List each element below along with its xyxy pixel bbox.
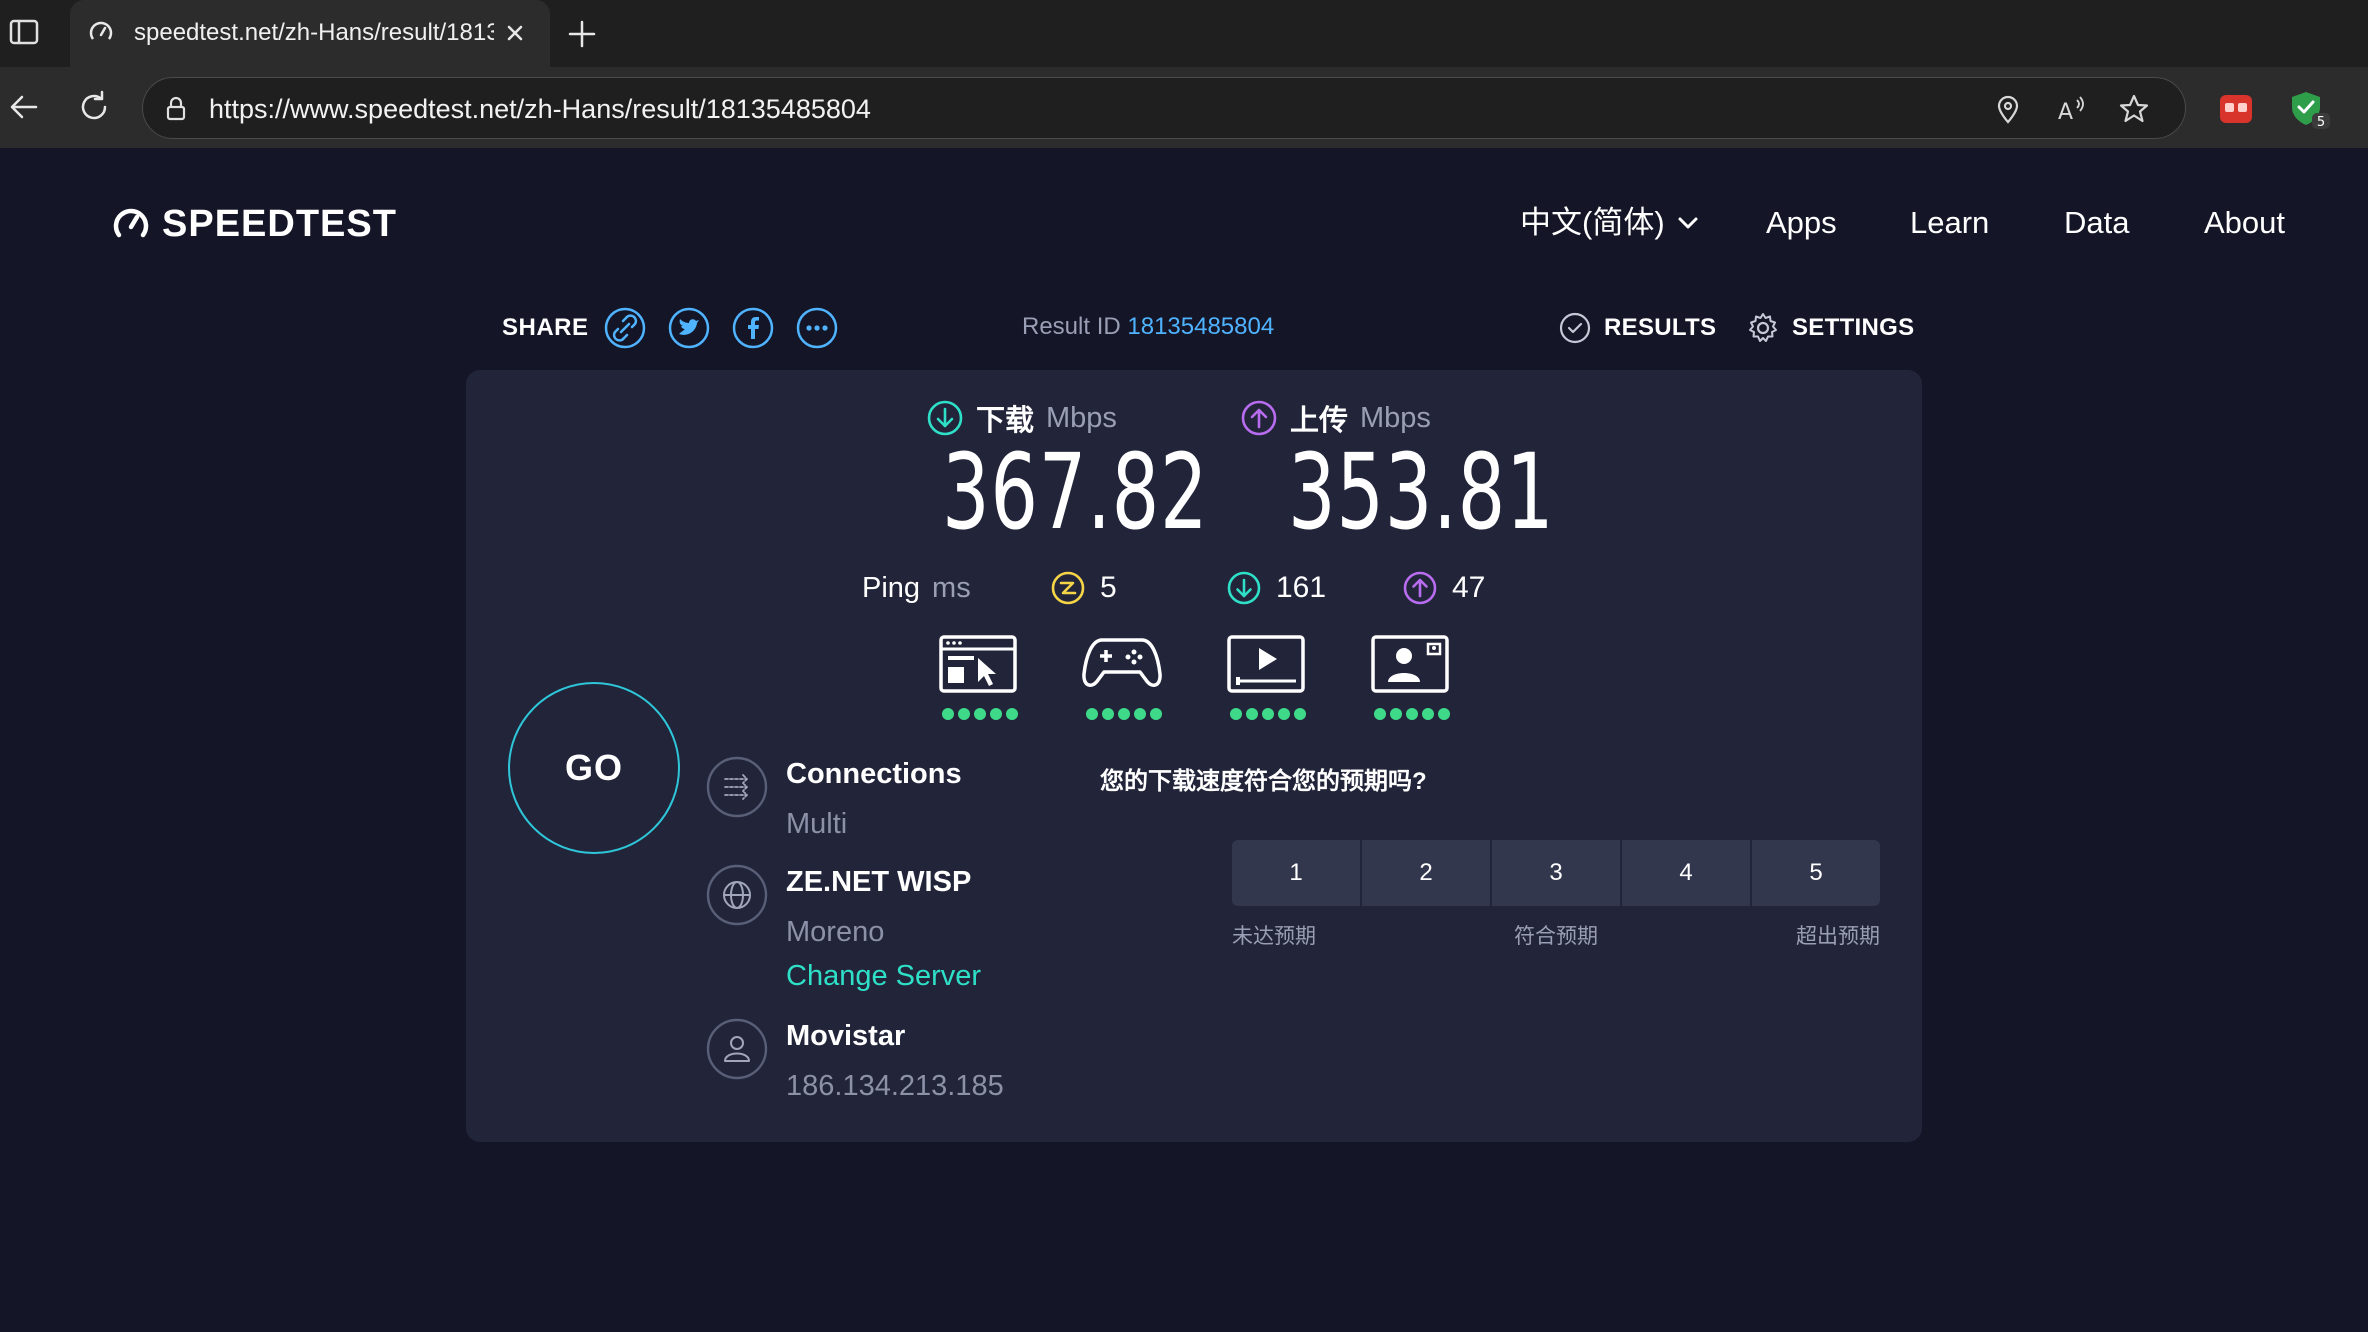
address-bar[interactable]: https://www.speedtest.net/zh-Hans/result… (142, 77, 2186, 139)
nav-apps[interactable]: Apps (1766, 200, 1837, 246)
gaming-rating-dots (1086, 708, 1162, 722)
survey-question: 您的下载速度符合您的预期吗? (1100, 768, 1427, 795)
speedtest-page: SPEEDTEST 中文(简体) Apps Learn Data About S… (0, 148, 2368, 1332)
close-tab-icon[interactable] (500, 18, 530, 48)
ping-upload: 47 (1402, 566, 1485, 610)
language-label: 中文(简体) (1520, 205, 1665, 240)
gamepad-icon (1082, 638, 1162, 687)
url-text[interactable]: https://www.speedtest.net/zh-Hans/result… (209, 92, 871, 126)
read-aloud-icon[interactable]: A (2055, 92, 2089, 126)
upload-unit: Mbps (1360, 401, 1431, 434)
idle-latency-icon (1051, 571, 1085, 605)
refresh-icon[interactable] (74, 87, 114, 127)
video-streaming-icon (1227, 635, 1305, 693)
upload-latency-icon (1403, 571, 1437, 605)
check-circle-icon (1559, 312, 1591, 344)
ping-download: 161 (1226, 566, 1326, 610)
connections-title: Connections (786, 758, 962, 790)
new-tab-icon[interactable] (562, 14, 602, 54)
result-id: Result ID 18135485804 (1022, 312, 1274, 342)
share-more-icon[interactable] (795, 306, 839, 350)
rating-option-4[interactable]: 4 (1622, 840, 1750, 906)
nav-data[interactable]: Data (2064, 200, 2129, 246)
share-row: SHARE (502, 304, 849, 352)
speedtest-favicon-icon (86, 18, 116, 48)
download-unit: Mbps (1046, 401, 1117, 434)
go-button[interactable]: GO (508, 682, 680, 854)
result-id-label: Result ID (1022, 313, 1121, 340)
gear-icon (1749, 313, 1777, 342)
user-icon (706, 1018, 768, 1080)
results-label: RESULTS (1604, 314, 1717, 341)
ping-idle: 5 (1050, 566, 1117, 610)
settings-button[interactable]: SETTINGS (1746, 308, 1914, 348)
rating-option-2[interactable]: 2 (1362, 840, 1490, 906)
ping-idle-value: 5 (1100, 571, 1117, 604)
scale-low-label: 未达预期 (1232, 925, 1316, 948)
result-id-link[interactable]: 18135485804 (1127, 313, 1274, 340)
share-label: SHARE (502, 314, 589, 341)
server-name: ZE.NET WISP (786, 866, 972, 898)
isp-ip: 186.134.213.185 (786, 1070, 1004, 1102)
back-arrow-icon[interactable] (4, 87, 44, 127)
extension-red-icon[interactable] (2216, 89, 2256, 129)
download-speed-value: 367.82 (942, 431, 1209, 553)
svg-text:A: A (2058, 100, 2073, 125)
extension-badge: 5 (2317, 115, 2325, 129)
download-latency-icon (1227, 571, 1261, 605)
share-twitter-icon[interactable] (667, 306, 711, 350)
ping-unit: ms (932, 572, 971, 604)
ping-label: Ping (862, 572, 921, 604)
tab-title: speedtest.net/zh-Hans/result/18135485804 (134, 19, 494, 46)
video-chat-icon (1371, 635, 1449, 693)
isp-name: Movistar (786, 1020, 906, 1052)
result-card: 下载 Mbps 367.82 上传 Mbps 353.81 Ping ms 5 1… (466, 370, 1922, 1142)
browsing-rating-dots (942, 708, 1018, 722)
ping-label-row: Ping ms (862, 566, 971, 610)
change-server-link[interactable]: Change Server (786, 956, 981, 996)
nav-learn[interactable]: Learn (1910, 200, 1989, 246)
share-link-icon[interactable] (603, 306, 647, 350)
chevron-down-icon (1678, 217, 1698, 229)
streaming-rating-dots (1230, 708, 1306, 722)
browser-toolbar: https://www.speedtest.net/zh-Hans/result… (0, 67, 2368, 148)
language-selector[interactable]: 中文(简体) (1520, 200, 1701, 246)
web-browsing-icon (939, 635, 1017, 693)
speedometer-logo-icon (113, 208, 149, 238)
lock-icon[interactable] (161, 94, 191, 124)
rating-option-5[interactable]: 5 (1752, 840, 1880, 906)
connections-value: Multi (786, 808, 848, 840)
results-button[interactable]: RESULTS (1558, 308, 1716, 348)
ping-upload-value: 47 (1452, 571, 1486, 604)
globe-icon (706, 864, 768, 926)
ping-download-value: 161 (1276, 571, 1327, 604)
scale-mid-label: 符合预期 (1514, 925, 1598, 948)
location-pin-icon[interactable] (1991, 92, 2025, 126)
scale-high-label: 超出预期 (1796, 925, 1880, 948)
upload-arrow-icon (1241, 400, 1277, 436)
share-facebook-icon[interactable] (731, 306, 775, 350)
settings-label: SETTINGS (1792, 314, 1915, 341)
speedtest-logo[interactable]: SPEEDTEST (110, 200, 397, 248)
server-location: Moreno (786, 916, 885, 948)
rating-option-3[interactable]: 3 (1492, 840, 1620, 906)
browser-tab[interactable]: speedtest.net/zh-Hans/result/18135485804 (70, 0, 550, 67)
favorite-star-icon[interactable] (2117, 92, 2151, 126)
connections-icon (706, 756, 768, 818)
browser-tab-bar: speedtest.net/zh-Hans/result/18135485804 (0, 0, 2368, 67)
rating-option-1[interactable]: 1 (1232, 840, 1360, 906)
video-chat-rating-dots (1374, 708, 1450, 722)
extension-shield-icon[interactable]: 5 (2288, 89, 2330, 130)
logo-text: SPEEDTEST (162, 202, 397, 245)
upload-speed-value: 353.81 (1288, 431, 1555, 553)
nav-about[interactable]: About (2204, 200, 2285, 246)
tab-actions-icon[interactable] (6, 14, 42, 50)
